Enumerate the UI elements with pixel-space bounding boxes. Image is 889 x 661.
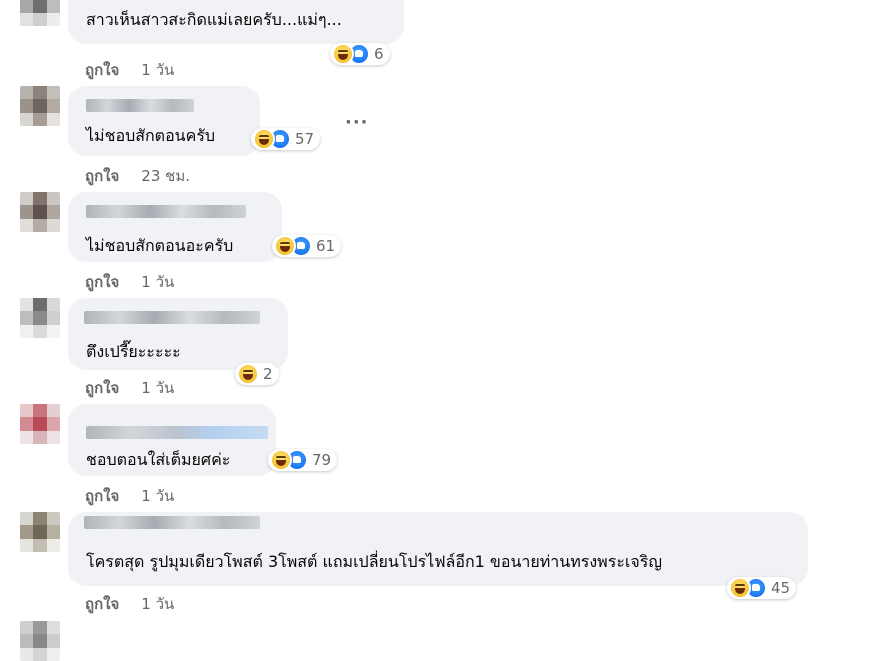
reaction-summary[interactable]: 61	[272, 235, 342, 257]
reaction-count: 57	[295, 130, 315, 148]
reaction-summary[interactable]: 79	[268, 449, 338, 471]
reaction-count: 2	[263, 365, 273, 383]
timestamp[interactable]: 1 วัน	[141, 61, 174, 79]
timestamp[interactable]: 1 วัน	[141, 273, 174, 291]
comment-actions: ถูกใจ 1 วัน	[85, 58, 174, 82]
comment-actions: ถูกใจ 1 วัน	[85, 376, 174, 400]
comment-bubble: ไม่ชอบสักตอนอะครับ	[68, 192, 282, 262]
avatar[interactable]	[20, 621, 60, 661]
haha-icon	[253, 128, 275, 150]
author-name[interactable]	[84, 516, 260, 529]
author-name[interactable]	[84, 311, 260, 324]
reaction-count: 6	[374, 45, 384, 63]
haha-icon	[274, 235, 296, 257]
comment-text: ไม่ชอบสักตอนครับ	[86, 126, 216, 145]
avatar[interactable]	[20, 298, 60, 338]
like-button[interactable]: ถูกใจ	[85, 61, 119, 79]
avatar[interactable]	[20, 512, 60, 552]
comment-bubble: สาวเห็นสาวสะกิดแม่เลยครับ...แม่ๆ...	[68, 0, 404, 44]
comment-bubble: ไม่ชอบสักตอนครับ	[68, 86, 260, 156]
like-button[interactable]: ถูกใจ	[85, 487, 119, 505]
reaction-summary[interactable]: 45	[727, 577, 797, 599]
comment-text: ชอบตอนใส่เต็มยศค่ะ	[86, 450, 231, 469]
haha-icon	[729, 577, 751, 599]
like-button[interactable]: ถูกใจ	[85, 379, 119, 397]
reaction-count: 45	[771, 579, 791, 597]
comment-actions: ถูกใจ 23 ชม.	[85, 164, 190, 188]
haha-icon	[270, 449, 292, 471]
avatar[interactable]	[20, 0, 60, 26]
timestamp[interactable]: 1 วัน	[141, 379, 174, 397]
timestamp[interactable]: 1 วัน	[141, 595, 174, 613]
comment-bubble: ตึงเปรี๊ยะะะะะ	[68, 298, 288, 370]
comment-bubble: ชอบตอนใส่เต็มยศค่ะ	[68, 404, 276, 476]
haha-icon	[237, 363, 259, 385]
more-options-icon[interactable]: ···	[345, 112, 369, 133]
comment-actions: ถูกใจ 1 วัน	[85, 270, 174, 294]
author-name[interactable]	[86, 205, 246, 218]
comment-text: โครตสุด รูปมุมเดียวโพสต์ 3โพสต์ แถมเปลี่…	[86, 552, 662, 571]
reaction-summary[interactable]: 57	[251, 128, 321, 150]
like-button[interactable]: ถูกใจ	[85, 273, 119, 291]
avatar[interactable]	[20, 192, 60, 232]
avatar[interactable]	[20, 86, 60, 126]
like-button[interactable]: ถูกใจ	[85, 167, 119, 185]
comment-actions: ถูกใจ 1 วัน	[85, 484, 174, 508]
timestamp[interactable]: 1 วัน	[141, 487, 174, 505]
comment-text: ไม่ชอบสักตอนอะครับ	[86, 236, 234, 255]
haha-icon	[332, 43, 354, 65]
reaction-summary[interactable]: 6	[330, 43, 390, 65]
reaction-summary[interactable]: 2	[235, 363, 279, 385]
author-name[interactable]	[86, 99, 194, 112]
comment-text: ตึงเปรี๊ยะะะะะ	[86, 342, 181, 361]
comment-text: สาวเห็นสาวสะกิดแม่เลยครับ...แม่ๆ...	[86, 10, 342, 29]
reaction-count: 61	[316, 237, 336, 255]
reaction-count: 79	[312, 451, 332, 469]
like-button[interactable]: ถูกใจ	[85, 595, 119, 613]
comment-bubble: โครตสุด รูปมุมเดียวโพสต์ 3โพสต์ แถมเปลี่…	[68, 512, 808, 586]
avatar[interactable]	[20, 404, 60, 444]
comment-actions: ถูกใจ 1 วัน	[85, 592, 174, 616]
author-name[interactable]	[86, 426, 268, 439]
timestamp[interactable]: 23 ชม.	[141, 167, 190, 185]
